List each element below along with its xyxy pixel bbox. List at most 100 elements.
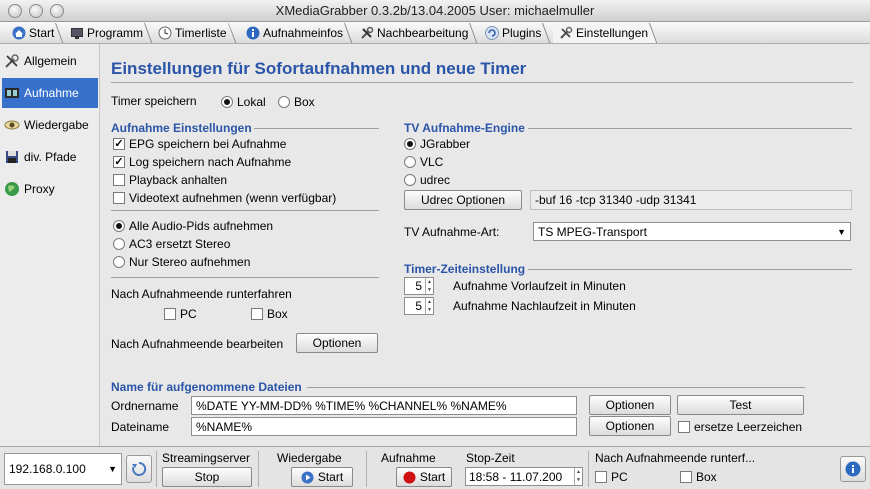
divider [258,451,259,487]
all-audio-radio[interactable]: Alle Audio-Pids aufnehmen [113,219,273,233]
tab-nachbearbeitung[interactable]: Nachbearbeitung [354,23,478,43]
radio-indicator [404,156,416,168]
playback-stop-checkbox[interactable]: Playback anhalten [113,173,227,187]
checkbox-label: Log speichern nach Aufnahme [129,155,292,169]
checkbox-indicator [595,471,607,483]
info-icon [845,461,861,477]
refresh-icon [132,461,147,476]
shutdown-pc-checkbox[interactable]: PC [164,307,197,321]
radio-indicator [113,256,125,268]
streaming-stop-button[interactable]: Stop [162,467,252,487]
file-name-label: Dateiname [111,420,170,434]
stepper-arrows-icon[interactable]: ▲ ▼ [425,298,433,314]
radio-label: Box [294,95,315,109]
radio-label: JGrabber [420,137,471,151]
engine-udrec-radio[interactable]: udrec [404,173,450,187]
file-name-input[interactable]: %NAME% [191,417,577,436]
stepper-value: 5 [415,299,422,313]
tab-label: Einstellungen [576,26,649,40]
status-shutdown-pc-checkbox[interactable]: PC [595,470,628,484]
checkbox-indicator [113,192,125,204]
tab-aufnahmeinfos[interactable]: Aufnahmeinfos [240,23,353,43]
pre-time-stepper[interactable]: 5 ▲ ▼ [404,277,434,295]
record-start-button[interactable]: Start [396,467,452,487]
stepper-arrows-icon[interactable]: ▲ ▼ [574,468,582,485]
play-icon [301,471,314,483]
sidebar-item-label: Aufnahme [24,86,79,100]
button-label: Optionen [605,419,655,433]
checkbox-indicator: ✓ [113,155,125,168]
title-bar: XMediaGrabber 0.3.2b/13.04.2005 User: mi… [0,0,870,22]
status-shutdown-box-checkbox[interactable]: Box [680,470,717,484]
tab-programm[interactable]: Programm [64,23,153,43]
ac3-radio[interactable]: AC3 ersetzt Stereo [113,237,230,251]
stop-time-input[interactable]: 18:58 - 11.07.200 ▲ ▼ [465,467,583,486]
rec-type-select[interactable]: TS MPEG-Transport ▼ [533,222,851,241]
window-title: XMediaGrabber 0.3.2b/13.04.2005 User: mi… [275,3,595,18]
files-title: Name für aufgenommene Dateien [111,380,302,394]
sidebar-item-label: Wiedergabe [24,118,89,132]
timer-time-title: Timer-Zeiteinstellung [404,262,526,276]
post-time-stepper[interactable]: 5 ▲ ▼ [404,297,434,315]
sidebar-item-allgemein[interactable]: Allgemein [2,46,98,76]
refresh-button[interactable] [126,455,152,483]
info-button[interactable] [840,456,866,482]
radio-indicator [221,96,233,108]
button-label: Test [729,398,752,412]
tab-label: Start [29,26,55,40]
radio-indicator [113,238,125,250]
log-save-checkbox[interactable]: ✓ Log speichern nach Aufnahme [113,155,291,169]
replace-spaces-checkbox[interactable]: ersetze Leerzeichen [678,420,802,434]
sidebar-item-aufnahme[interactable]: Aufnahme [2,78,98,108]
sidebar-item-pfade[interactable]: div. Pfade [2,142,98,172]
timer-save-box-radio[interactable]: Box [278,95,315,109]
udrec-options-button[interactable]: Udrec Optionen [404,190,522,210]
file-options-button[interactable]: Optionen [589,416,671,436]
checkbox-label: PC [180,307,197,321]
test-button[interactable]: Test [677,395,804,415]
stepper-arrows-icon[interactable]: ▲ ▼ [425,278,433,294]
sidebar-item-proxy[interactable]: Proxy [2,174,98,204]
globe-icon [5,182,19,196]
rec-type-label: TV Aufnahme-Art: [404,225,500,239]
button-label: Stop [194,470,220,484]
folder-name-input[interactable]: %DATE YY-MM-DD% %TIME% %CHANNEL% %NAME% [191,396,577,415]
heading-divider [111,82,853,83]
tab-label: Programm [87,26,144,40]
wrench-icon [559,26,573,40]
stop-time-label: Stop-Zeit [466,451,515,465]
checkbox-indicator [113,174,125,186]
status-shutdown-label: Nach Aufnahmeende runterf... [595,451,756,465]
post-time-label: Aufnahme Nachlaufzeit in Minuten [453,299,636,313]
home-icon [12,26,26,40]
folder-options-button[interactable]: Optionen [589,395,671,415]
section-divider [111,210,379,211]
button-label: Start [419,470,446,484]
tab-timerliste[interactable]: Timerliste [152,23,237,43]
checkbox-label: EPG speichern bei Aufnahme [129,137,287,151]
sidebar-item-wiedergabe[interactable]: Wiedergabe [2,110,98,140]
select-value: TS MPEG-Transport [538,224,647,239]
shutdown-box-checkbox[interactable]: Box [251,307,288,321]
playback-label: Wiedergabe [277,451,342,465]
rec-settings-title: Aufnahme Einstellungen [111,121,252,135]
postprocess-options-button[interactable]: Optionen [296,333,378,353]
engine-vlc-radio[interactable]: VLC [404,155,443,169]
playback-start-button[interactable]: Start [291,467,353,487]
radio-indicator [278,96,290,108]
tab-einstellungen[interactable]: Einstellungen [553,23,658,43]
film-icon [5,88,19,98]
videotext-checkbox[interactable]: Videotext aufnehmen (wenn verfügbar) [113,191,336,205]
tab-plugins[interactable]: Plugins [479,23,551,43]
timer-save-local-radio[interactable]: Lokal [221,95,266,109]
dropdown-arrow-icon: ▼ [108,464,117,474]
udrec-args-field[interactable]: -buf 16 -tcp 31340 -udp 31341 [530,190,852,210]
tab-label: Plugins [502,26,542,40]
tab-start[interactable]: Start [6,23,64,43]
stereo-only-radio[interactable]: Nur Stereo aufnehmen [113,255,250,269]
epg-save-checkbox[interactable]: ✓ EPG speichern bei Aufnahme [113,137,286,151]
engine-jgrabber-radio[interactable]: JGrabber [404,137,470,151]
ip-select[interactable]: 192.168.0.100 ▼ [4,453,122,485]
checkbox-label: Playback anhalten [129,173,228,187]
settings-sidebar: Allgemein Aufnahme Wiedergabe div. Pfade… [0,44,100,446]
